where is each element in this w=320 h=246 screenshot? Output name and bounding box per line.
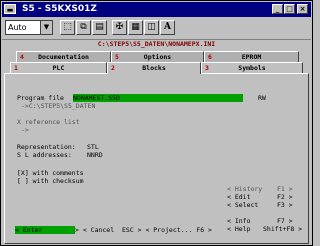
- info-key: F7 >: [277, 217, 293, 225]
- font-size-value: Auto: [8, 23, 27, 32]
- select-key: F3 >: [277, 201, 293, 209]
- window-title: S5 - S5KXS01Z: [22, 4, 97, 14]
- toolbar: Auto ▼ ⬚ ⧉ ▤ ✠ ▦ ◫ A: [2, 17, 311, 40]
- program-file-dir: ->C:\STEP5\S5_DATEN: [21, 102, 96, 110]
- edit-button[interactable]: < Edit: [227, 193, 250, 201]
- chevron-down-icon[interactable]: ▼: [40, 21, 52, 34]
- application-window: ▬ S5 - S5KXS01Z _ □ × Auto ▼ ⬚ ⧉ ▤ ✠ ▦ ◫…: [0, 0, 313, 246]
- minimize-button[interactable]: _: [272, 4, 283, 14]
- reference-list-label: X reference list: [17, 118, 80, 126]
- copy-icon[interactable]: ⧉: [76, 20, 91, 35]
- blocks-panel: Program file NONAMEST.S5D RW ->C:\STEP5\…: [4, 73, 309, 244]
- file-path: C:\STEP5\S5_DATEN\NONAMEPX.INI: [97, 40, 216, 48]
- program-file-field[interactable]: NONAMEST.S5D: [73, 94, 243, 102]
- history-key: F1 >: [277, 185, 293, 193]
- sl-addresses-value[interactable]: NNRD: [87, 151, 103, 159]
- font-size-select[interactable]: Auto ▼: [5, 20, 53, 35]
- program-file-label: Program file: [17, 94, 64, 102]
- rw-indicator: RW: [258, 94, 266, 102]
- paste-icon[interactable]: ▤: [92, 20, 107, 35]
- select-button[interactable]: < Select: [227, 201, 258, 209]
- tab-eprom[interactable]: 6 EPROM: [204, 51, 299, 62]
- help-button[interactable]: < Help: [227, 225, 250, 233]
- dos-screen: C:\STEP5\S5_DATEN\NONAMEPX.INI 4 Documen…: [3, 40, 310, 244]
- program-file-value: NONAMEST.S5D: [73, 94, 120, 102]
- tab-plc[interactable]: 1 PLC: [10, 62, 107, 73]
- background-icon[interactable]: ◫: [144, 20, 159, 35]
- edit-key: F2 >: [277, 193, 293, 201]
- tab-documentation[interactable]: 4 Documentation: [16, 51, 111, 62]
- sl-addresses-label: S L addresses:: [17, 151, 72, 159]
- system-menu-icon[interactable]: ▬: [4, 4, 16, 14]
- title-bar: ▬ S5 - S5KXS01Z _ □ ×: [2, 2, 311, 17]
- tab-symbols[interactable]: 3 Symbols: [201, 62, 303, 73]
- enter-label: < Enter: [15, 226, 43, 234]
- tab-options[interactable]: 5 Options: [111, 51, 204, 62]
- representation-value[interactable]: STL: [87, 143, 99, 151]
- fullscreen-icon[interactable]: ✠: [112, 20, 127, 35]
- with-comments-checkbox[interactable]: [X] with comments: [17, 169, 84, 177]
- mark-icon[interactable]: ⬚: [60, 20, 75, 35]
- history-button[interactable]: < History: [227, 185, 262, 193]
- representation-label: Representation:: [17, 143, 76, 151]
- cancel-project-buttons[interactable]: > < Cancel ESC > < Project... F6 >: [75, 226, 212, 234]
- tab-label: Blocks: [142, 64, 166, 72]
- help-key: Shift+F8 >: [263, 225, 303, 233]
- properties-icon[interactable]: ▦: [128, 20, 143, 35]
- close-button[interactable]: ×: [297, 4, 308, 14]
- reference-list-arrow: ->: [21, 126, 29, 134]
- enter-button[interactable]: < Enter: [15, 226, 75, 234]
- maximize-button[interactable]: □: [284, 4, 295, 14]
- info-button[interactable]: < Info: [227, 217, 250, 225]
- font-button[interactable]: A: [160, 20, 175, 35]
- tab-blocks[interactable]: 2 Blocks: [107, 62, 201, 74]
- with-checksum-checkbox[interactable]: [ ] with checksum: [17, 177, 84, 185]
